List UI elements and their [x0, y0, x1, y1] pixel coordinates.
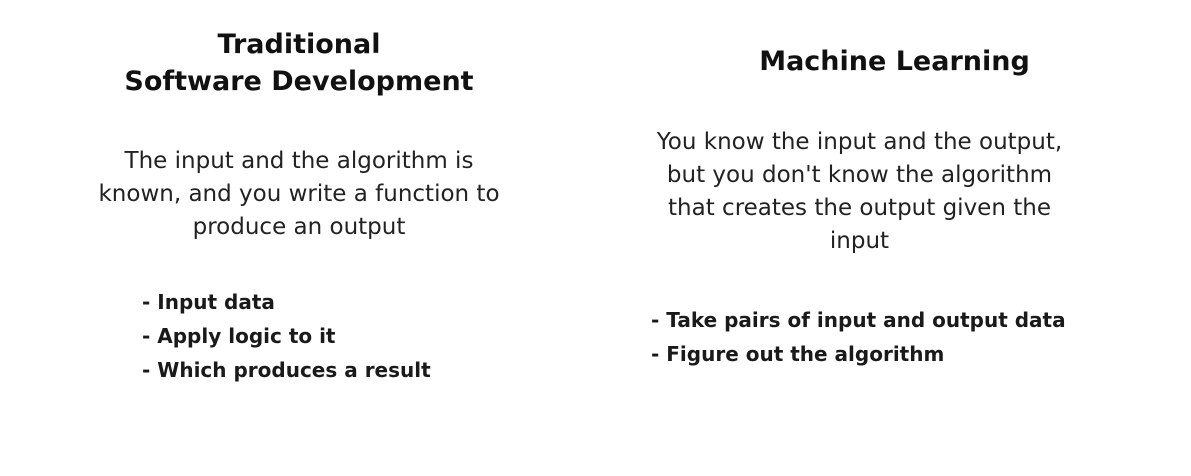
description-line: produce an output: [192, 214, 406, 240]
traditional-software-bullets: - Input data - Apply logic to it - Which…: [142, 285, 431, 387]
traditional-software-column: Traditional Software Development The inp…: [0, 0, 598, 476]
description-line: You know the input and the output,: [656, 129, 1063, 155]
machine-learning-bullets: - Take pairs of input and output data - …: [651, 303, 1066, 371]
bullet-item: - Apply logic to it: [142, 324, 336, 348]
heading-line: Software Development: [124, 66, 474, 97]
description-line: but you don't know the algorithm: [666, 162, 1053, 188]
heading-line: Traditional: [217, 29, 381, 60]
heading-line: Machine Learning: [759, 46, 1030, 77]
machine-learning-description: You know the input and the output, but y…: [598, 126, 1191, 258]
bullet-item: - Which produces a result: [142, 358, 431, 382]
bullet-item: - Figure out the algorithm: [651, 342, 945, 366]
description-line: known, and you write a function to: [98, 181, 500, 207]
machine-learning-column: Machine Learning You know the input and …: [598, 0, 1191, 476]
description-line: input: [829, 228, 890, 254]
bullet-item: - Input data: [142, 290, 275, 314]
traditional-software-heading: Traditional Software Development: [0, 26, 598, 100]
machine-learning-heading: Machine Learning: [598, 43, 1191, 80]
bullet-item: - Take pairs of input and output data: [651, 308, 1066, 332]
traditional-software-description: The input and the algorithm is known, an…: [0, 145, 598, 244]
description-line: The input and the algorithm is: [124, 148, 474, 174]
description-line: that creates the output given the: [668, 195, 1051, 221]
